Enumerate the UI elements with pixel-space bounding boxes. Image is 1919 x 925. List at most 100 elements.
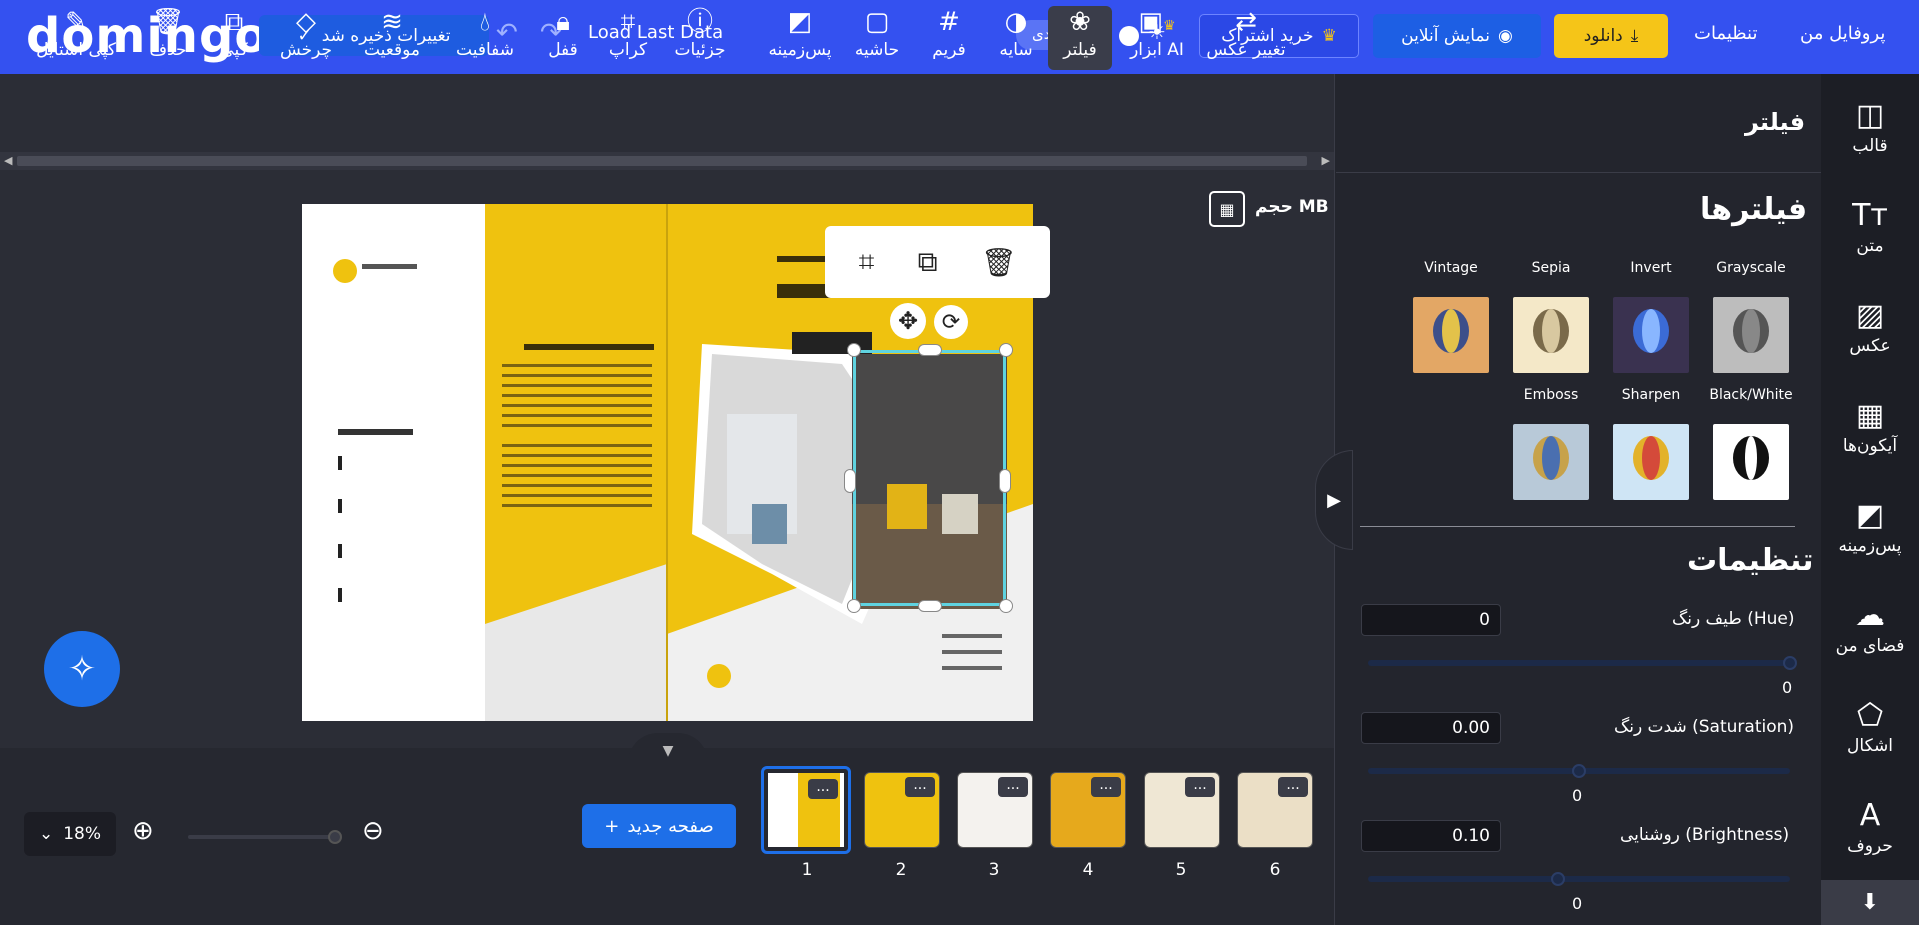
- divider: [1336, 172, 1821, 173]
- trash-icon: 🗑︎: [151, 7, 185, 37]
- hue-slider-knob[interactable]: [1783, 656, 1797, 670]
- crop-icon[interactable]: ⌗: [859, 245, 875, 279]
- tool-label: فریم: [932, 40, 966, 60]
- toolbar-scrollbar[interactable]: ◀ ▶: [0, 152, 1334, 170]
- resize-handle-tl[interactable]: [847, 343, 861, 357]
- sidebar-item-text[interactable]: Tт متن: [1821, 198, 1919, 256]
- tool-delete[interactable]: 🗑︎ حذف: [146, 6, 190, 70]
- profile-menu[interactable]: پروفایل من: [1800, 23, 1885, 44]
- tool-ai[interactable]: ▣♛ ابزار AI: [1126, 6, 1188, 70]
- sidebar-item-shapes[interactable]: ⬠ اشکال: [1821, 698, 1919, 756]
- tool-label: ابزار AI: [1130, 40, 1184, 60]
- sidebar-item-fonts[interactable]: A حروف: [1821, 798, 1919, 856]
- sidebar-item-template[interactable]: ◫ قالب: [1821, 98, 1919, 156]
- page-number: 6: [1269, 860, 1281, 880]
- brightness-slider-knob[interactable]: [1550, 872, 1565, 886]
- tool-background[interactable]: ◩ پس‌زمینه: [764, 6, 836, 70]
- rotate-icon: ◇: [296, 7, 316, 37]
- tool-position[interactable]: ≋ موقعیت: [356, 6, 428, 70]
- settings-menu[interactable]: تنظیمات: [1694, 23, 1757, 44]
- font-icon: A: [1859, 798, 1881, 833]
- rotate-handle-icon[interactable]: ⟳: [934, 305, 968, 339]
- page-number: 3: [988, 860, 1000, 880]
- duplicate-icon[interactable]: ⧉: [918, 245, 938, 279]
- page-thumbnail[interactable]: ...: [957, 772, 1033, 848]
- zoom-slider[interactable]: [188, 830, 342, 844]
- resize-handle-tr[interactable]: [999, 343, 1013, 357]
- filter-thumb-grayscale[interactable]: [1713, 297, 1789, 373]
- tool-copy-style[interactable]: ✎ کپی استایل: [26, 6, 126, 70]
- magic-wand-button[interactable]: ✧: [44, 631, 120, 707]
- tool-rotate[interactable]: ◇ چرخش: [276, 6, 336, 70]
- tool-opacity[interactable]: 💧︎ شفافیت: [450, 6, 520, 70]
- page-options-icon[interactable]: ...: [808, 779, 838, 799]
- preview-button[interactable]: نمایش آنلاین ◉: [1373, 14, 1541, 58]
- brightness-slider[interactable]: [1368, 872, 1790, 886]
- tool-label: تغییر عکس: [1206, 40, 1286, 60]
- hue-slider[interactable]: [1368, 656, 1797, 670]
- tool-frame[interactable]: # فریم: [926, 6, 972, 70]
- zoom-slider-knob[interactable]: [328, 830, 342, 844]
- filter-thumb-invert[interactable]: [1613, 297, 1689, 373]
- cloud-upload-icon: ☁: [1855, 598, 1885, 633]
- page-options-icon[interactable]: ...: [1278, 777, 1308, 797]
- tool-filter[interactable]: ❀ فیلتر: [1048, 6, 1112, 70]
- settings-heading: تنظیمات: [1687, 543, 1814, 578]
- new-page-button[interactable]: + صفحه جدید: [582, 804, 736, 848]
- resize-handle-right[interactable]: [999, 469, 1011, 493]
- tool-crop[interactable]: ⌗ کراپ: [606, 6, 650, 70]
- page-options-icon[interactable]: ...: [1185, 777, 1215, 797]
- sidebar-item-icons[interactable]: ▦ آیکون‌ها: [1821, 398, 1919, 456]
- tool-copy[interactable]: ⧉ کپی: [214, 6, 254, 70]
- tool-lock[interactable]: 🔒︎ قفل: [542, 6, 584, 70]
- hue-min-value: 0: [1782, 678, 1793, 697]
- tool-details[interactable]: ⓘ جزئیات: [672, 6, 728, 70]
- filter-thumb-sepia[interactable]: [1513, 297, 1589, 373]
- page-number: 2: [895, 860, 907, 880]
- scrollbar-thumb[interactable]: [17, 156, 1307, 166]
- download-button[interactable]: دانلود ⤓: [1554, 14, 1668, 58]
- sidebar-item-background[interactable]: ◩ پس‌زمینه: [1821, 498, 1919, 556]
- sidebar-item-photo[interactable]: ▨ عکس: [1821, 298, 1919, 356]
- saturation-input[interactable]: 0.00: [1361, 712, 1501, 744]
- calculator-icon[interactable]: ▦: [1209, 191, 1245, 227]
- filter-thumb-emboss[interactable]: [1513, 424, 1589, 500]
- page-thumbnail[interactable]: ...: [1144, 772, 1220, 848]
- selection-box[interactable]: [853, 350, 1006, 606]
- page-thumbnail[interactable]: ...: [761, 766, 851, 854]
- resize-handle-bottom[interactable]: [918, 600, 942, 612]
- resize-handle-br[interactable]: [999, 599, 1013, 613]
- tool-change-photo[interactable]: ⇄ تغییر عکس: [1206, 6, 1286, 70]
- page-options-icon[interactable]: ...: [905, 777, 935, 797]
- sidebar-item-my-space[interactable]: ☁ فضای من: [1821, 598, 1919, 656]
- move-handle-icon[interactable]: ✥: [890, 303, 926, 339]
- page-thumbnail[interactable]: ...: [1237, 772, 1313, 848]
- page-options-icon[interactable]: ...: [1091, 777, 1121, 797]
- scroll-left-icon[interactable]: ◀: [4, 154, 12, 167]
- filter-thumb-vintage[interactable]: [1413, 297, 1489, 373]
- zoom-select[interactable]: ⌄ 18%: [24, 812, 116, 856]
- photo-icon: ▨: [1855, 298, 1885, 333]
- filter-thumb-black-white[interactable]: [1713, 424, 1789, 500]
- shapes-icon: ⬠: [1856, 698, 1884, 733]
- delete-icon[interactable]: 🗑︎: [981, 246, 1017, 279]
- chevron-down-icon: ⌄: [38, 824, 54, 844]
- filter-thumb-sharpen[interactable]: [1613, 424, 1689, 500]
- page-thumbnail[interactable]: ...: [864, 772, 940, 848]
- resize-handle-left[interactable]: [844, 469, 856, 493]
- sidebar-scroll-down-icon[interactable]: ⬇: [1821, 880, 1919, 925]
- saturation-slider[interactable]: [1368, 764, 1790, 778]
- saturation-slider-knob[interactable]: [1572, 764, 1586, 778]
- resize-handle-bl[interactable]: [847, 599, 861, 613]
- resize-handle-top[interactable]: [918, 344, 942, 356]
- filters-heading: فیلترها: [1700, 192, 1808, 227]
- brightness-input[interactable]: 0.10: [1361, 820, 1501, 852]
- hue-input[interactable]: 0: [1361, 604, 1501, 636]
- page-options-icon[interactable]: ...: [998, 777, 1028, 797]
- zoom-in-icon[interactable]: ⊕: [132, 816, 154, 846]
- tool-border[interactable]: ▢ حاشیه: [850, 6, 904, 70]
- tool-shadow[interactable]: ◑ سایه: [994, 6, 1038, 70]
- page-thumbnail[interactable]: ...: [1050, 772, 1126, 848]
- zoom-out-icon[interactable]: ⊖: [362, 816, 384, 846]
- scroll-right-icon[interactable]: ▶: [1322, 154, 1330, 167]
